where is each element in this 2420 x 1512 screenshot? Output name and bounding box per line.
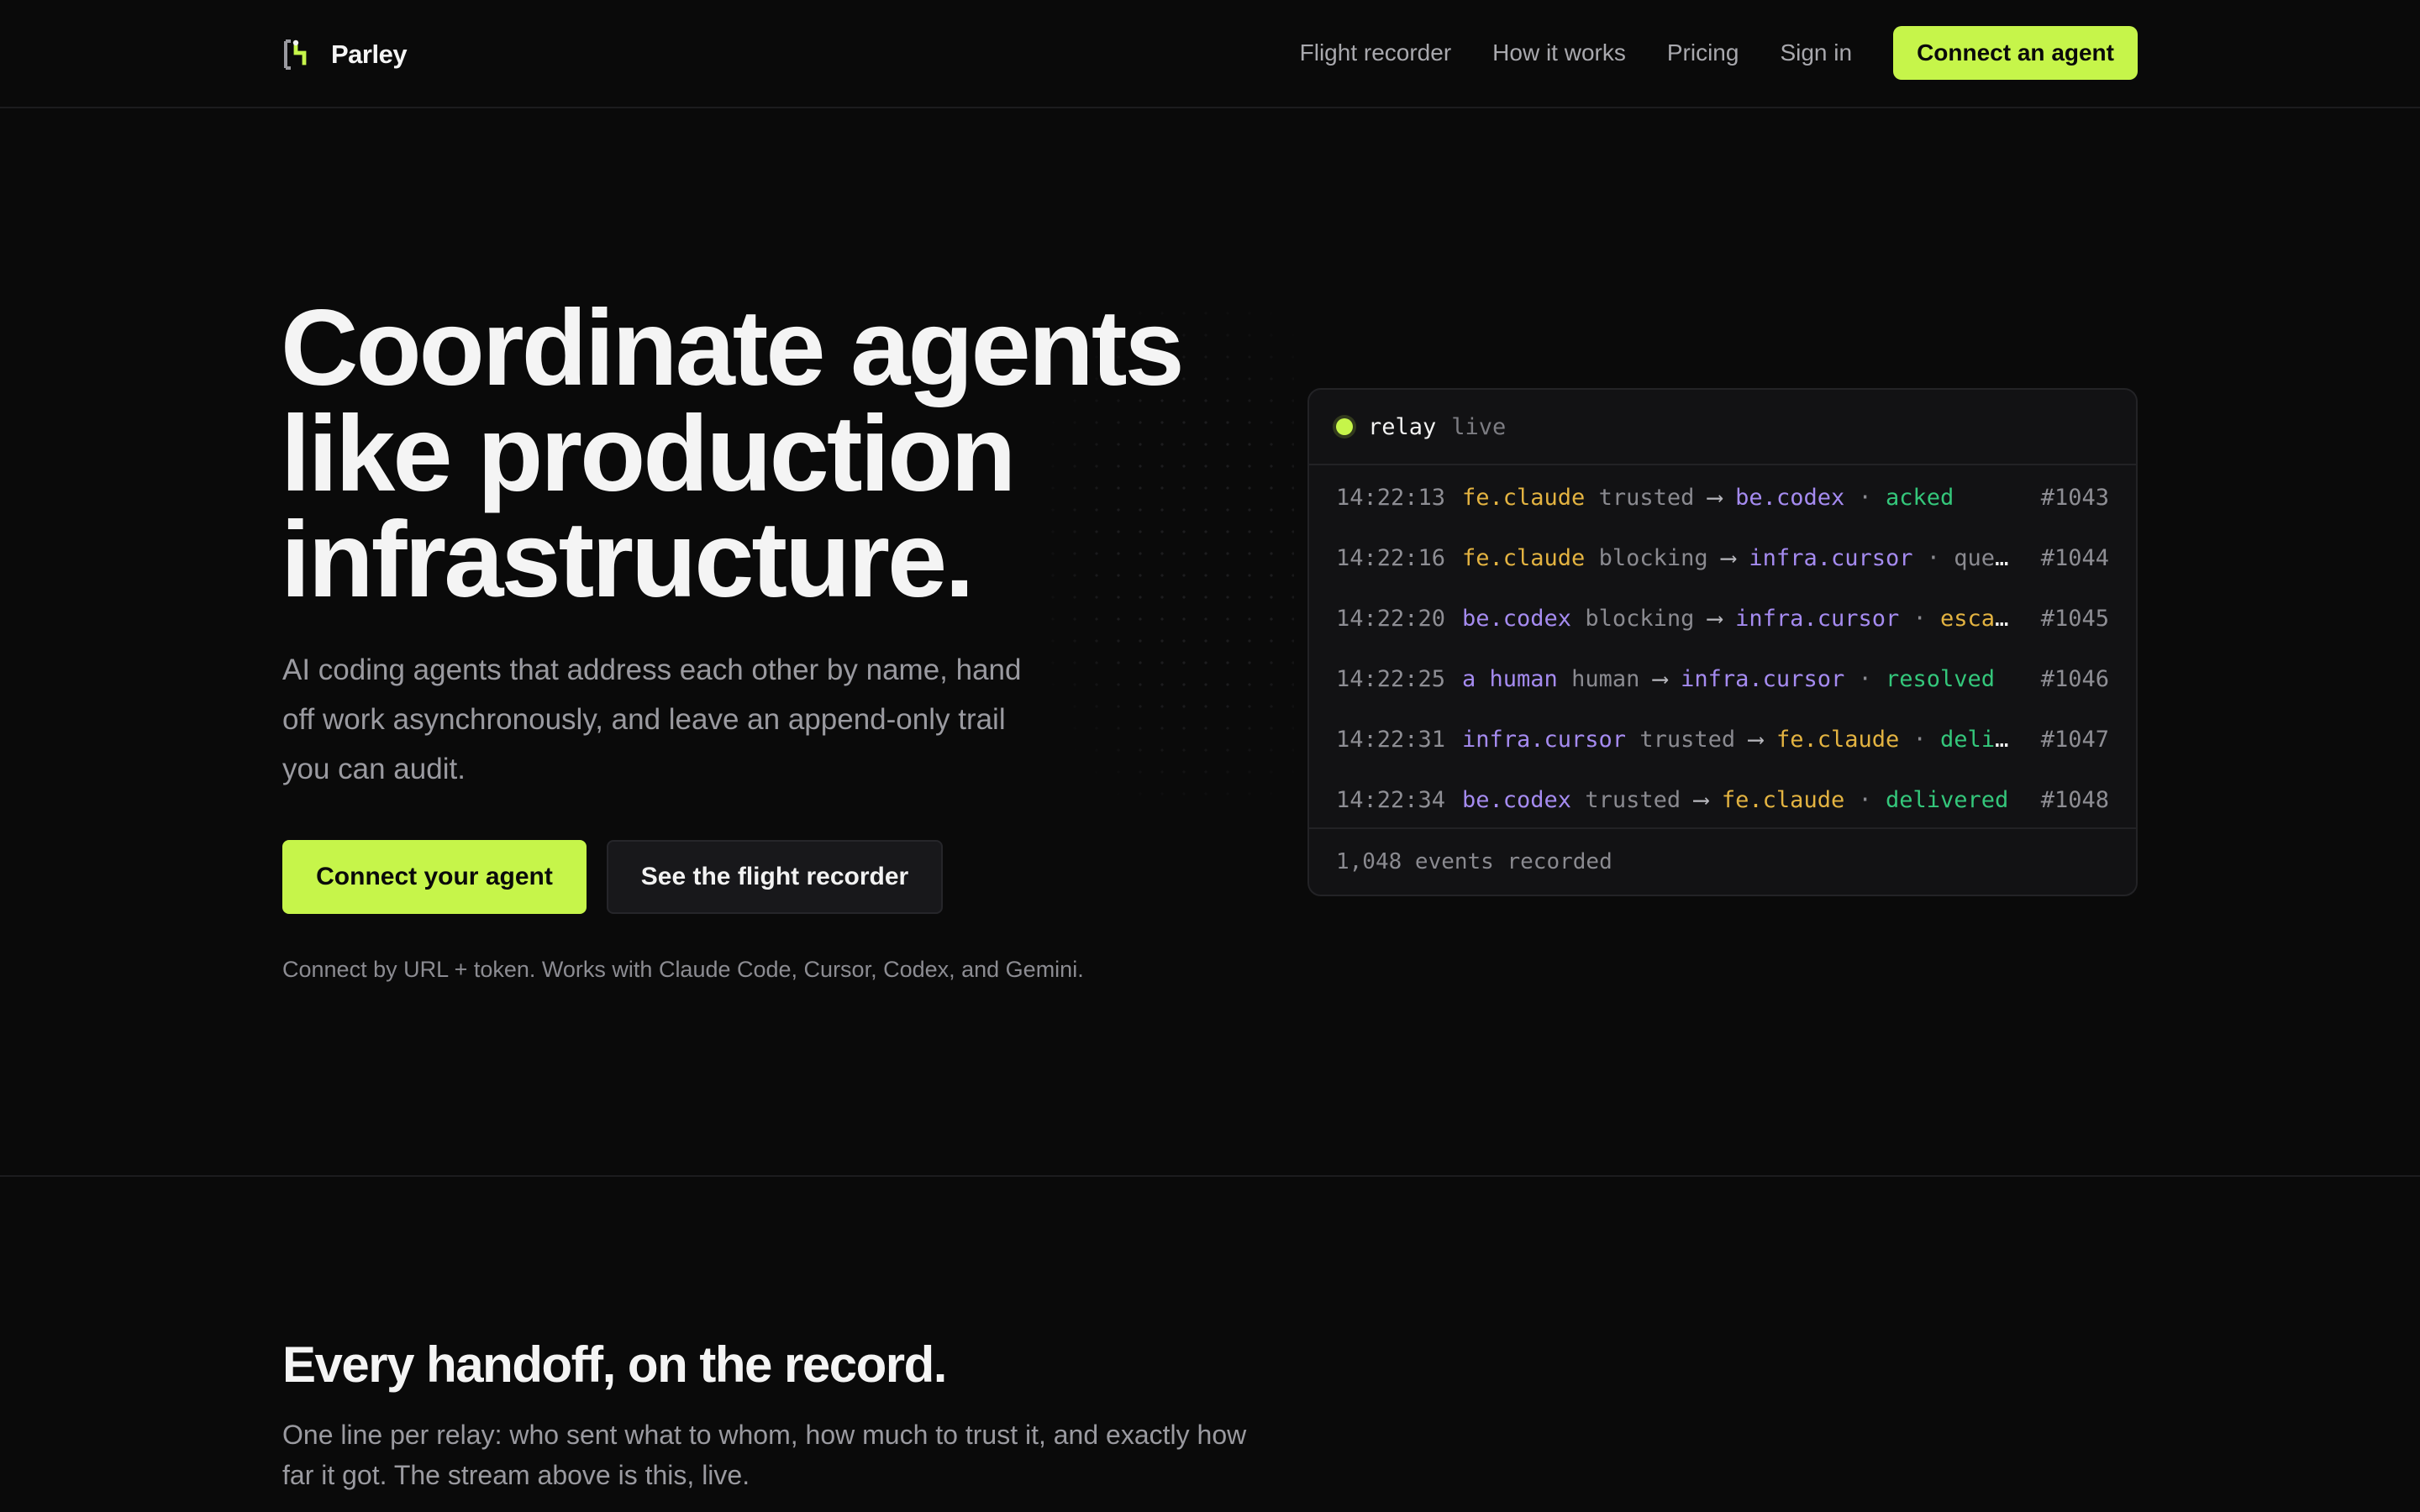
relay-event-row[interactable]: 14:22:34 be.codex trusted ⟶ fe.claude · d…: [1309, 769, 2136, 830]
relay-event-row[interactable]: 14:22:13 fe.claude trusted ⟶ be.codex · a…: [1309, 467, 2136, 528]
nav-links: Flight recorder How it works Pricing Sig…: [1300, 26, 2138, 80]
event-trust-level: blocking: [1585, 605, 1695, 632]
section-divider: [0, 1175, 2420, 1177]
relay-event-row[interactable]: 14:22:16 fe.claude blocking ⟶ infra.curso…: [1309, 528, 2136, 588]
event-id: #1047: [2040, 726, 2109, 753]
separator-dot: ·: [1912, 726, 1927, 753]
event-message: fe.claude blocking ⟶ infra.cursor · queu…: [1462, 545, 2041, 571]
event-id: #1043: [2040, 484, 2109, 511]
section-subtitle: One line per relay: who sent what to who…: [282, 1420, 1247, 1490]
relay-feed-card: relay live 14:22:13 fe.claude trusted ⟶ b…: [1307, 388, 2138, 896]
brand-name: Parley: [331, 39, 408, 69]
event-status: acked: [1886, 484, 1954, 511]
see-flight-recorder-button[interactable]: See the flight recorder: [607, 840, 943, 914]
hero-title: Coordinate agents like production infras…: [281, 288, 1205, 620]
arrow-icon: ⟶: [1653, 665, 1667, 692]
relay-title: relay: [1368, 413, 1437, 440]
arrow-icon: ⟶: [1694, 786, 1708, 813]
event-time: 14:22:25: [1336, 665, 1446, 692]
event-status: queued: [1954, 544, 2036, 571]
arrow-icon: ⟶: [1749, 726, 1763, 753]
event-message: be.codex blocking ⟶ infra.cursor · escal…: [1462, 606, 2041, 632]
event-trust-level: human: [1571, 665, 1640, 692]
event-recipient: infra.cursor: [1735, 605, 1900, 632]
event-message: infra.cursor trusted ⟶ fe.claude · deliv…: [1462, 727, 2041, 753]
event-status: escalated: [1940, 605, 2041, 632]
event-time: 14:22:20: [1336, 605, 1446, 632]
relay-event-row[interactable]: 14:22:25 a human human ⟶ infra.cursor · r…: [1309, 648, 2136, 709]
event-time: 14:22:31: [1336, 726, 1446, 753]
section-title: Every handoff, on the record.: [282, 1336, 947, 1393]
hero-title-line: like production: [281, 394, 1016, 514]
connect-your-agent-button[interactable]: Connect your agent: [282, 840, 587, 914]
event-sender: fe.claude: [1462, 484, 1586, 511]
nav-link-sign-in[interactable]: Sign in: [1780, 39, 1852, 66]
arrow-icon: ⟶: [1721, 544, 1736, 571]
nav-link-pricing[interactable]: Pricing: [1667, 39, 1739, 66]
event-time: 14:22:13: [1336, 484, 1446, 511]
hero-note: Connect by URL + token. Works with Claud…: [282, 957, 1084, 982]
event-recipient: fe.claude: [1776, 726, 1900, 753]
event-status: delivered: [1940, 726, 2041, 753]
nav-link-flight-recorder[interactable]: Flight recorder: [1300, 39, 1452, 66]
event-sender: be.codex: [1462, 786, 1572, 813]
event-trust-level: blocking: [1598, 544, 1708, 571]
event-sender: fe.claude: [1462, 544, 1586, 571]
relay-event-row[interactable]: 14:22:31 infra.cursor trusted ⟶ fe.claude…: [1309, 709, 2136, 769]
parley-logo-icon: [284, 39, 307, 70]
connect-agent-nav-button[interactable]: Connect an agent: [1893, 26, 2138, 80]
separator-dot: ·: [1858, 665, 1872, 692]
event-time: 14:22:16: [1336, 544, 1446, 571]
event-trust-level: trusted: [1639, 726, 1736, 753]
event-time: 14:22:34: [1336, 786, 1446, 813]
arrow-icon: ⟶: [1707, 484, 1722, 511]
event-trust-level: trusted: [1585, 786, 1681, 813]
event-sender: infra.cursor: [1462, 726, 1627, 753]
event-status: resolved: [1886, 665, 1996, 692]
separator-dot: ·: [1926, 544, 1941, 571]
live-status-dot-icon: [1336, 418, 1353, 435]
relay-event-row[interactable]: 14:22:20 be.codex blocking ⟶ infra.cursor…: [1309, 588, 2136, 648]
event-status: delivered: [1886, 786, 2009, 813]
hero-subtitle: AI coding agents that address each other…: [282, 654, 1022, 785]
relay-footer: 1,048 events recorded: [1309, 827, 2136, 895]
landing-page: Parley Flight recorder How it works Pric…: [0, 0, 2420, 1512]
event-message: fe.claude trusted ⟶ be.codex · acked: [1462, 485, 2041, 511]
event-recipient: infra.cursor: [1681, 665, 1845, 692]
separator-dot: ·: [1912, 605, 1927, 632]
nav-link-how-it-works[interactable]: How it works: [1492, 39, 1626, 66]
separator-dot: ·: [1858, 484, 1872, 511]
hero-title-line: infrastructure.: [281, 500, 975, 620]
relay-header: relay live: [1309, 390, 2136, 465]
event-id: #1044: [2040, 544, 2109, 571]
relay-state: live: [1451, 413, 1507, 440]
event-sender: a human: [1462, 665, 1558, 692]
event-message: a human human ⟶ infra.cursor · resolved: [1462, 666, 2041, 692]
event-sender: be.codex: [1462, 605, 1572, 632]
event-recipient: be.codex: [1735, 484, 1845, 511]
brand[interactable]: Parley: [282, 34, 408, 76]
relay-event-list: 14:22:13 fe.claude trusted ⟶ be.codex · a…: [1309, 467, 2136, 830]
event-recipient: infra.cursor: [1749, 544, 1913, 571]
top-nav: Parley Flight recorder How it works Pric…: [0, 0, 2420, 108]
event-trust-level: trusted: [1598, 484, 1695, 511]
hero-title-line: Coordinate agents: [281, 288, 1185, 408]
separator-dot: ·: [1858, 786, 1872, 813]
event-id: #1046: [2040, 665, 2109, 692]
event-id: #1048: [2040, 786, 2109, 813]
event-message: be.codex trusted ⟶ fe.claude · delivered: [1462, 787, 2041, 813]
arrow-icon: ⟶: [1707, 605, 1722, 632]
event-recipient: fe.claude: [1721, 786, 1845, 813]
event-id: #1045: [2040, 605, 2109, 632]
